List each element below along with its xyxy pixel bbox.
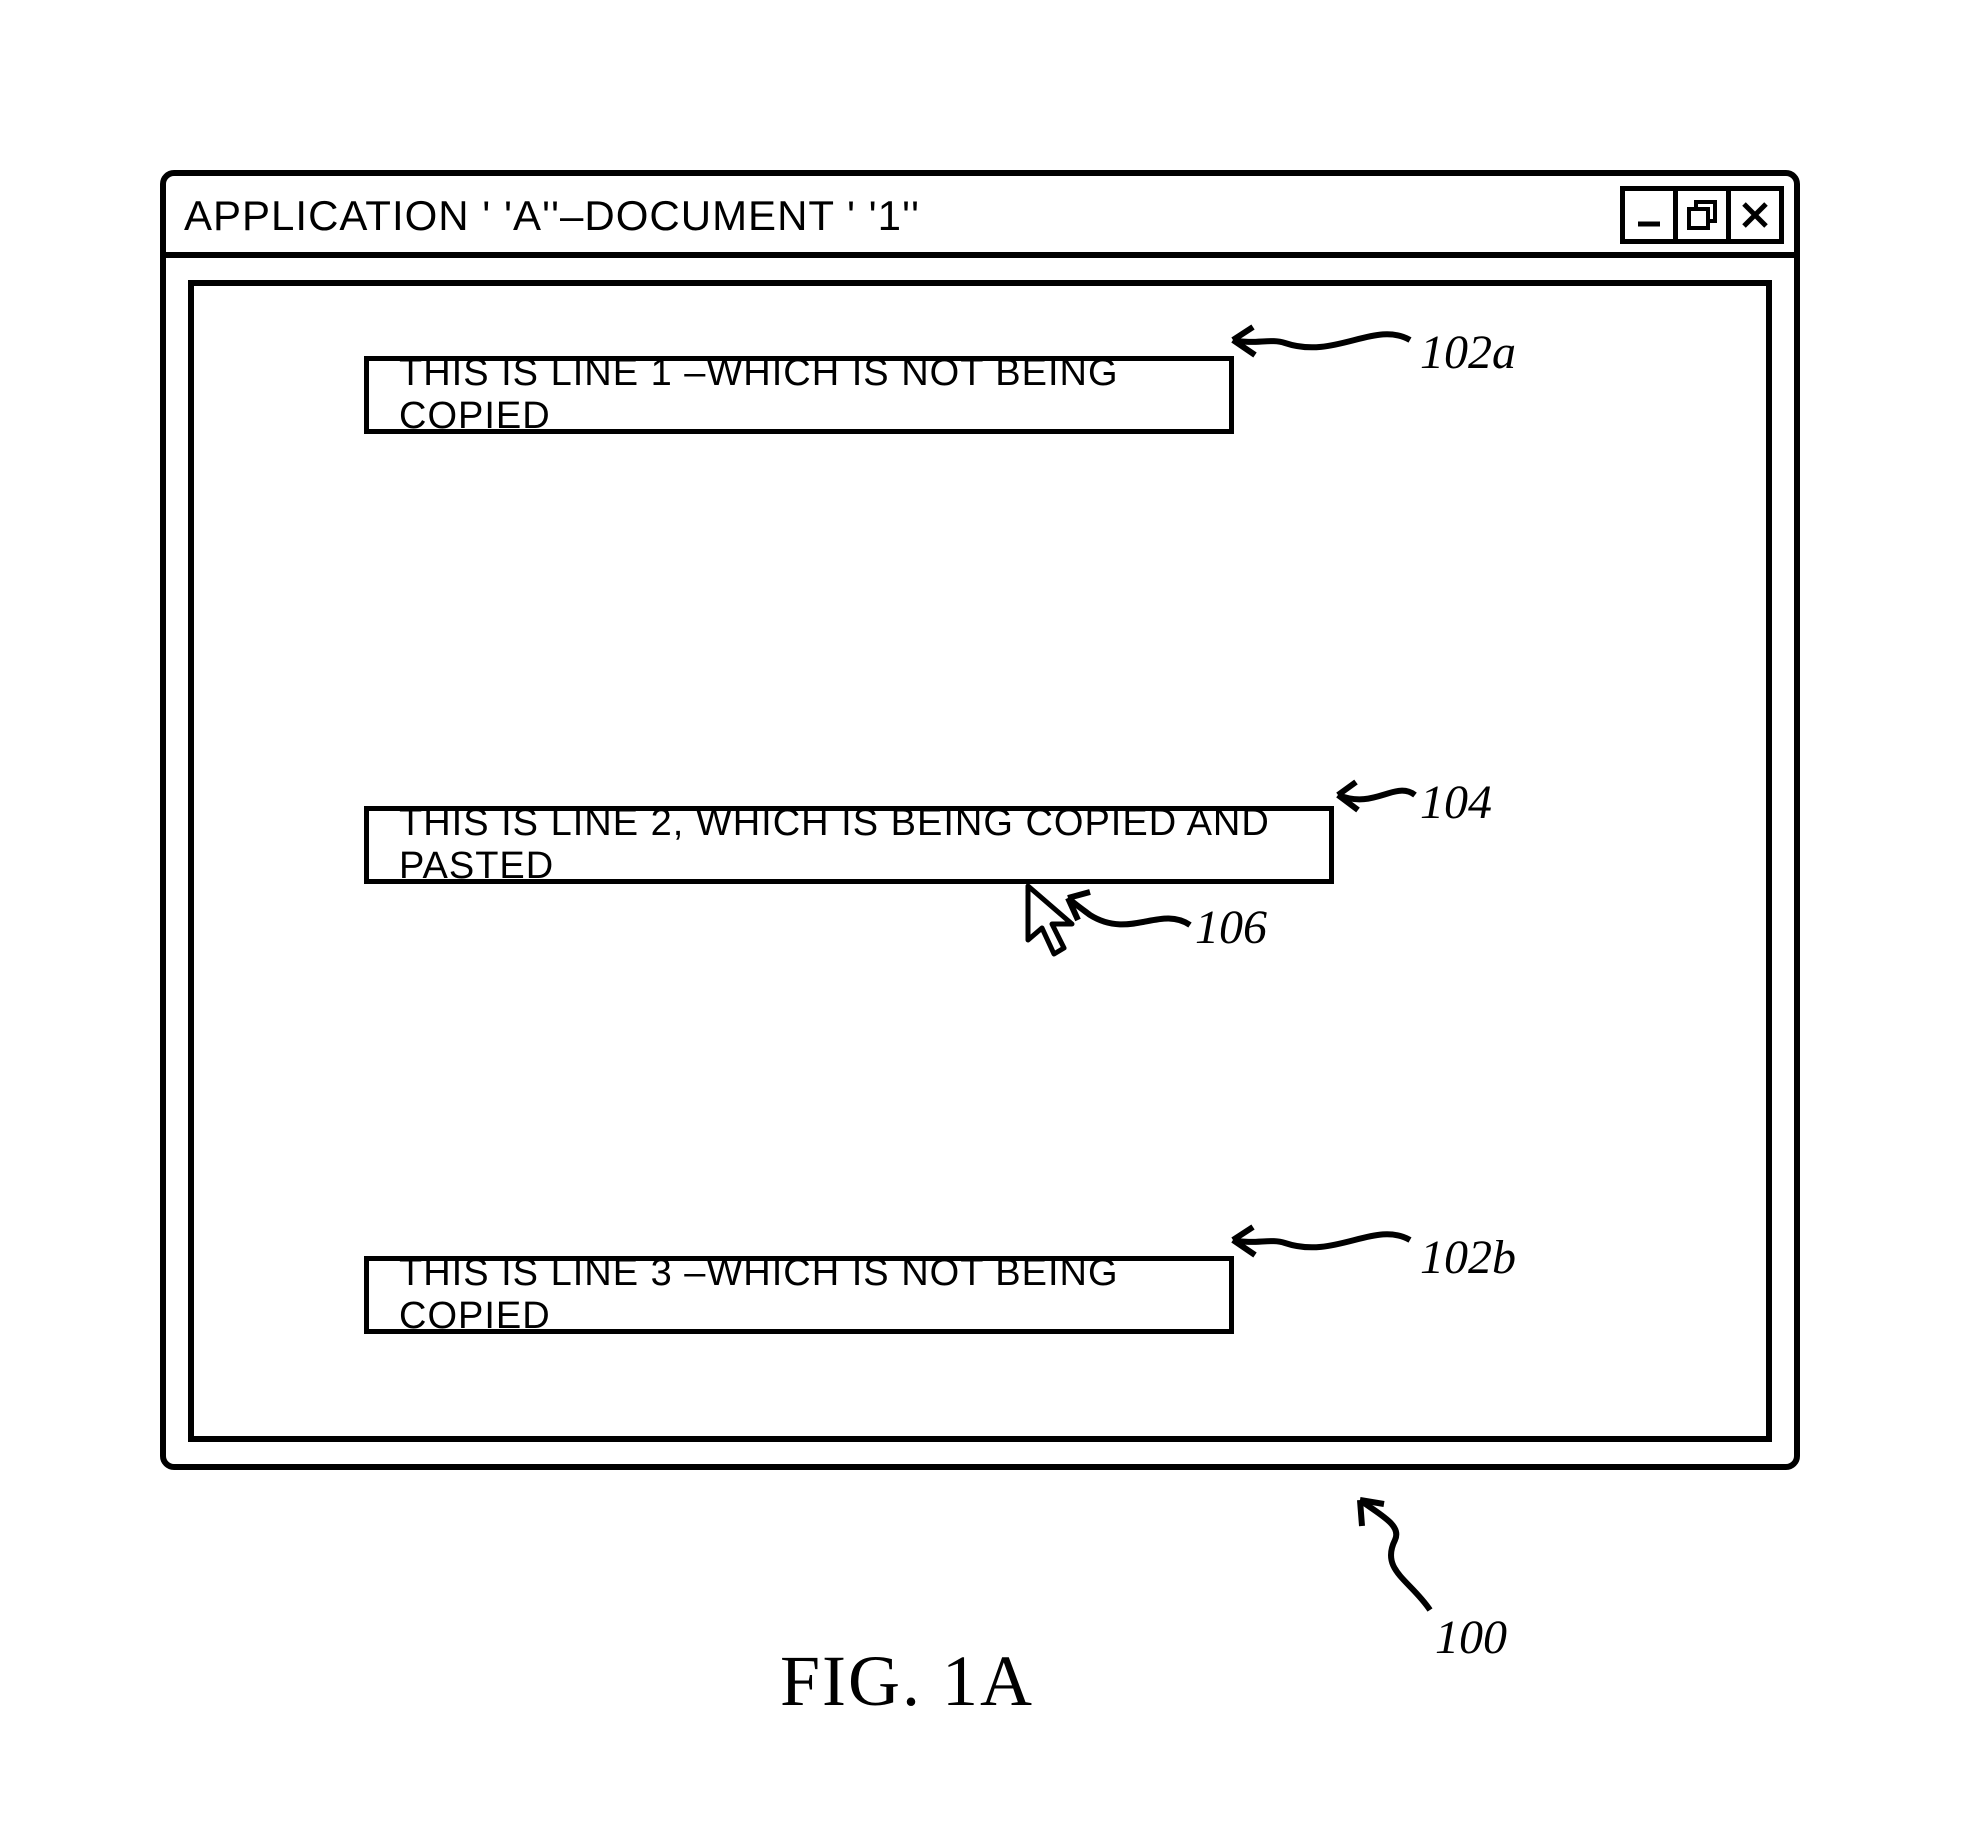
patent-figure-canvas: APPLICATION ' 'A''–DOCUMENT ' '1'' <box>0 0 1980 1826</box>
minimize-button[interactable] <box>1620 186 1678 244</box>
leader-arrow-100 <box>1340 1490 1460 1620</box>
maximize-button[interactable] <box>1673 186 1731 244</box>
titlebar: APPLICATION ' 'A''–DOCUMENT ' '1'' <box>166 176 1794 258</box>
window-controls <box>1620 186 1784 244</box>
application-window: APPLICATION ' 'A''–DOCUMENT ' '1'' <box>160 170 1800 1470</box>
close-button[interactable] <box>1726 186 1784 244</box>
close-icon <box>1738 198 1772 232</box>
maximize-icon <box>1685 198 1719 232</box>
figure-caption: FIG. 1A <box>780 1640 1034 1723</box>
text-line-3: THIS IS LINE 3 –WHICH IS NOT BEING COPIE… <box>364 1256 1234 1334</box>
callout-102b: 102b <box>1420 1230 1516 1285</box>
document-panel: THIS IS LINE 1 –WHICH IS NOT BEING COPIE… <box>188 280 1772 1442</box>
callout-102a: 102a <box>1420 325 1516 380</box>
text-line-2-selected[interactable]: THIS IS LINE 2, WHICH IS BEING COPIED AN… <box>364 806 1334 884</box>
text-line-1-content: THIS IS LINE 1 –WHICH IS NOT BEING COPIE… <box>399 352 1199 438</box>
callout-106: 106 <box>1195 900 1267 955</box>
callout-104: 104 <box>1420 775 1492 830</box>
cursor-icon <box>1024 882 1084 962</box>
callout-100: 100 <box>1435 1610 1507 1665</box>
text-line-3-content: THIS IS LINE 3 –WHICH IS NOT BEING COPIE… <box>399 1252 1199 1338</box>
text-line-1: THIS IS LINE 1 –WHICH IS NOT BEING COPIE… <box>364 356 1234 434</box>
minimize-icon <box>1632 198 1666 232</box>
window-title: APPLICATION ' 'A''–DOCUMENT ' '1'' <box>184 192 920 240</box>
text-line-2-content: THIS IS LINE 2, WHICH IS BEING COPIED AN… <box>399 802 1299 888</box>
